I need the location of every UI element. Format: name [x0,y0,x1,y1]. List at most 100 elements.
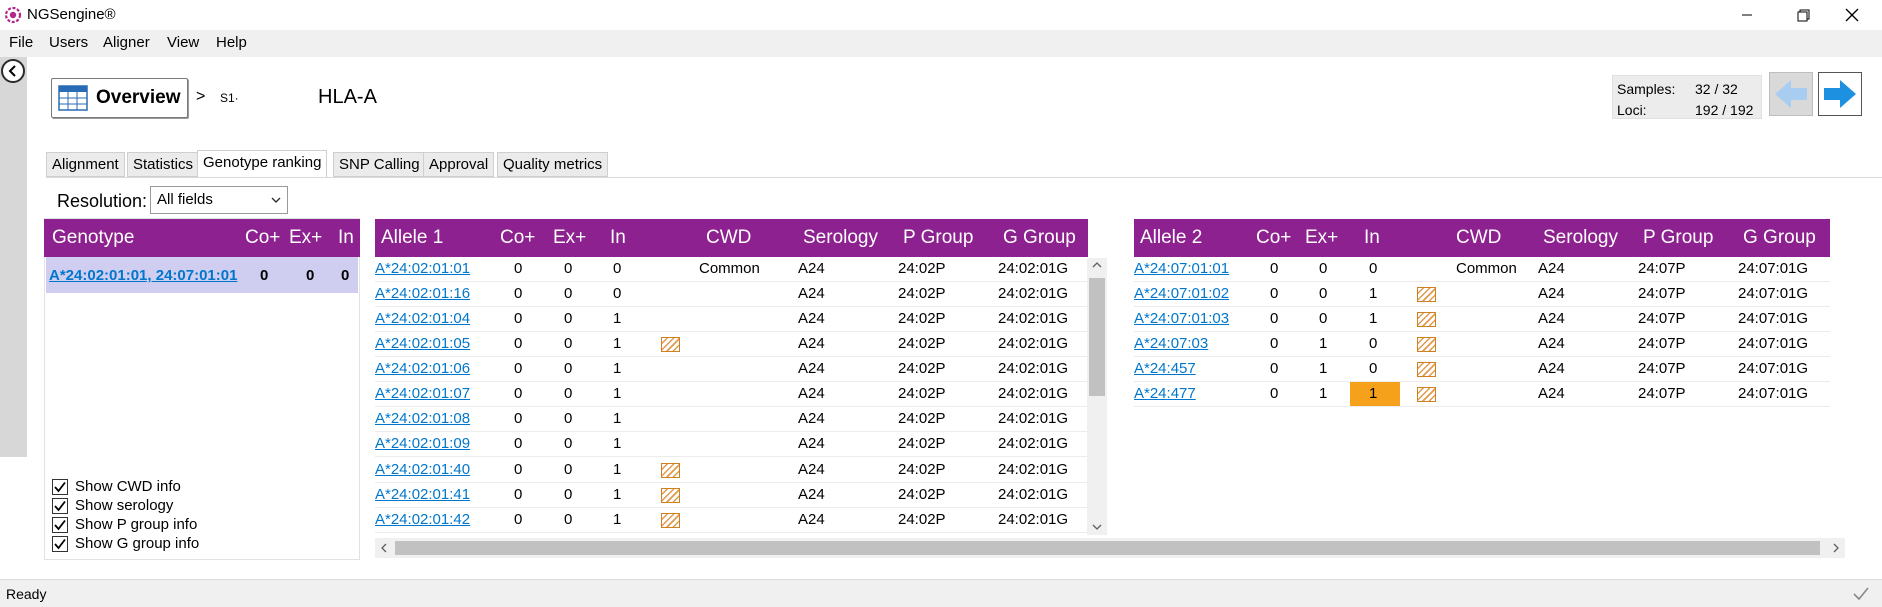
allele-link[interactable]: A*24:02:01:40 [375,461,470,478]
tab-alignment[interactable]: Alignment [46,152,125,177]
allele-link[interactable]: A*24:02:01:07 [375,385,470,402]
menu-users[interactable]: Users [49,34,88,51]
cell-ex: 0 [564,435,573,452]
header-co[interactable]: Co+ [245,227,280,249]
scrollbar-thumb[interactable] [395,541,1820,555]
header-cwd[interactable]: CWD [1456,227,1501,249]
allele-link[interactable]: A*24:02:01:41 [375,486,470,503]
tab-statistics[interactable]: Statistics [127,152,200,177]
table-row[interactable]: A*24:02:01:41 0 0 1 A24 24:02P 24:02:01G [375,483,1087,508]
table-row[interactable]: A*24:02:01:09 0 0 1 A24 24:02P 24:02:01G [375,432,1087,457]
table-row[interactable]: A*24:02:01:16 0 0 0 A24 24:02P 24:02:01G [375,282,1087,307]
scrollbar-thumb[interactable] [1089,278,1105,396]
allele-link[interactable]: A*24:02:01:08 [375,410,470,427]
allele-link[interactable]: A*24:457 [1134,360,1196,377]
menu-file[interactable]: File [9,34,33,51]
header-serology[interactable]: Serology [1543,227,1618,249]
header-allele1[interactable]: Allele 1 [381,227,443,249]
cell-serology: A24 [798,360,825,377]
table-row[interactable]: A*24:457 0 1 0 A24 24:07P 24:07:01G [1134,357,1830,382]
allele-link[interactable]: A*24:07:03 [1134,335,1208,352]
horizontal-scrollbar[interactable] [375,538,1845,558]
cell-ex: 0 [1319,285,1328,302]
tab-approval[interactable]: Approval [423,152,495,177]
tab-quality-metrics[interactable]: Quality metrics [497,152,609,177]
allele-link[interactable]: A*24:02:01:16 [375,285,470,302]
header-p-group[interactable]: P Group [903,227,973,249]
table-row[interactable]: A*24:477 0 1 1 A24 24:07P 24:07:01G [1134,382,1830,407]
header-in[interactable]: In [338,227,354,249]
header-genotype[interactable]: Genotype [52,227,134,249]
genotype-link[interactable]: A*24:02:01:01, 24:07:01:01 [49,267,237,284]
resolution-select[interactable]: All fields [150,186,288,214]
allele-link[interactable]: A*24:02:01:06 [375,360,470,377]
close-button[interactable] [1829,0,1875,30]
allele-link[interactable]: A*24:02:01:42 [375,511,470,528]
header-ex[interactable]: Ex+ [1305,227,1338,249]
allele1-vertical-scrollbar[interactable] [1087,258,1107,535]
allele-link[interactable]: A*24:02:01:05 [375,335,470,352]
cell-g-group: 24:02:01G [998,385,1069,402]
restore-button[interactable] [1780,0,1826,30]
table-row[interactable]: A*24:02:01:40 0 0 1 A24 24:02P 24:02:01G [375,458,1087,483]
menu-aligner[interactable]: Aligner [103,34,150,51]
table-row[interactable]: A*24:07:01:03 0 0 1 A24 24:07P 24:07:01G [1134,307,1830,332]
cell-in: 1 [613,360,622,377]
minimize-button[interactable] [1724,0,1770,30]
cell-ex: 1 [1319,335,1328,352]
header-allele2[interactable]: Allele 2 [1140,227,1202,249]
cell-in: 1 [613,511,622,528]
allele-link[interactable]: A*24:02:01:04 [375,310,470,327]
tab-snp-calling[interactable]: SNP Calling [333,152,426,177]
header-co[interactable]: Co+ [1256,227,1291,249]
header-cwd[interactable]: CWD [706,227,751,249]
table-row[interactable]: A*24:02:01:06 0 0 1 A24 24:02P 24:02:01G [375,357,1087,382]
header-ex[interactable]: Ex+ [289,227,322,249]
cell-in: 1 [1369,310,1378,327]
menu-help[interactable]: Help [216,34,247,51]
header-in[interactable]: In [1364,227,1380,249]
table-row[interactable]: A*24:02:01:01 0 0 0 Common A24 24:02P 24:02:01G [375,257,1087,282]
mismatch-flag-icon [661,463,680,478]
table-row[interactable]: A*24:02:01:08 0 0 1 A24 24:02P 24:02:01G [375,407,1087,432]
allele-link[interactable]: A*24:02:01:01 [375,260,470,277]
breadcrumb-sample[interactable]: S1· [220,91,239,105]
cell-co: 0 [1270,285,1279,302]
cell-in: 0 [613,260,622,277]
header-co[interactable]: Co+ [500,227,535,249]
collapse-panel-button[interactable] [1,59,25,83]
table-row[interactable]: A*24:07:01:02 0 0 1 A24 24:07P 24:07:01G [1134,282,1830,307]
table-row[interactable]: A*24:02:01:05 0 0 1 A24 24:02P 24:02:01G [375,332,1087,357]
overview-button[interactable]: Overview [51,78,188,118]
table-row[interactable]: A*24:02:01:07 0 0 1 A24 24:02P 24:02:01G [375,382,1087,407]
header-p-group[interactable]: P Group [1643,227,1713,249]
cell-g-group: 24:07:01G [1738,360,1809,377]
cell-serology: A24 [1538,385,1565,402]
allele-link[interactable]: A*24:07:01:02 [1134,285,1229,302]
previous-locus-button[interactable] [1769,72,1813,116]
next-locus-button[interactable] [1818,72,1862,116]
allele-link[interactable]: A*24:07:01:01 [1134,260,1229,277]
allele-link[interactable]: A*24:02:01:09 [375,435,470,452]
header-in[interactable]: In [610,227,626,249]
table-row[interactable]: A*24:07:03 0 1 0 A24 24:07P 24:07:01G [1134,332,1830,357]
cell-ex: 0 [1319,260,1328,277]
cell-in: 1 [613,486,622,503]
cell-co: 0 [1270,360,1279,377]
tab-genotype-ranking[interactable]: Genotype ranking [197,150,328,178]
allele-link[interactable]: A*24:07:01:03 [1134,310,1229,327]
header-serology[interactable]: Serology [803,227,878,249]
table-row[interactable]: A*24:02:01:04 0 0 1 A24 24:02P 24:02:01G [375,307,1087,332]
cell-g-group: 24:02:01G [998,260,1069,277]
cell-co: 0 [1270,260,1279,277]
header-g-group[interactable]: G Group [1743,227,1816,249]
allele-link[interactable]: A*24:477 [1134,385,1196,402]
table-row[interactable]: A*24:02:01:42 0 0 1 A24 24:02P 24:02:01G [375,508,1087,533]
cell-ex: 0 [564,285,573,302]
header-ex[interactable]: Ex+ [553,227,586,249]
table-row[interactable]: A*24:07:01:01 0 0 0 Common A24 24:07P 24:07:01G [1134,257,1830,282]
menu-view[interactable]: View [167,34,199,51]
genotype-row-selected[interactable]: A*24:02:01:01, 24:07:01:01 0 0 0 [46,257,358,293]
cell-serology: A24 [798,410,825,427]
header-g-group[interactable]: G Group [1003,227,1076,249]
